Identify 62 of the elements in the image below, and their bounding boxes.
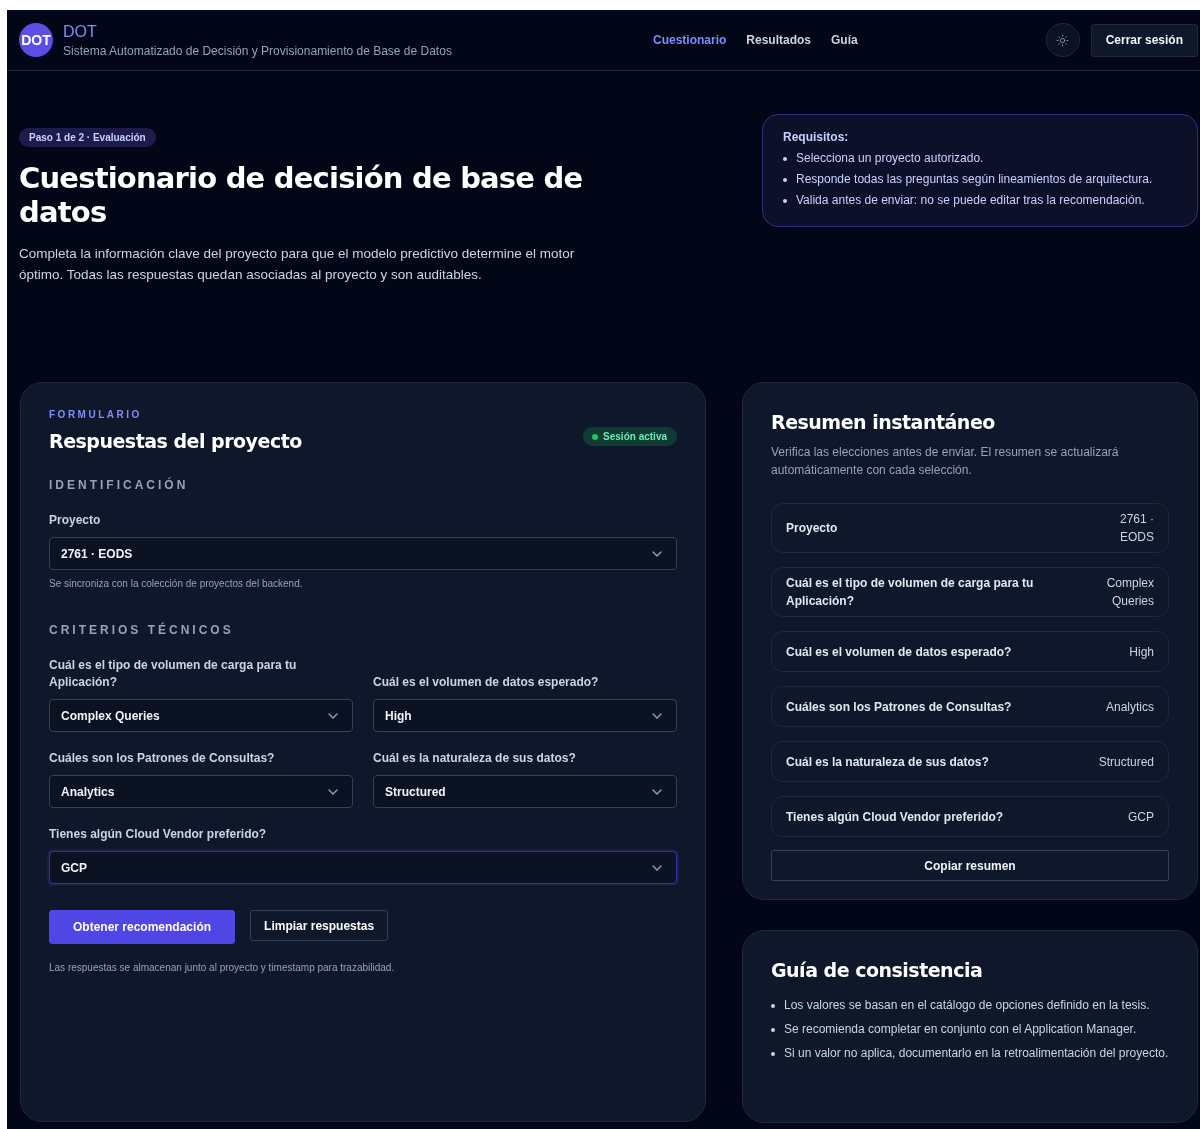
app-subtitle: Sistema Automatizado de Decisión y Provisionamiento de Base de Datos [63, 43, 453, 58]
summary-label: Cuáles son los Patrones de Consultas? [786, 698, 1012, 716]
summary-value: Analytics [1105, 698, 1154, 716]
logout-button[interactable]: Cerrar sesión [1090, 23, 1198, 57]
copy-button[interactable]: Copiar resumen [771, 850, 1169, 881]
page-description: Completa la información clave del proyecto para que el modelo predictivo determine el motor óptimo. Todas las respuestas quedan asociadas al proyecto y son auditables. [19, 245, 576, 284]
select-field[interactable]: Analytics [49, 775, 353, 808]
summary-value: High [1129, 643, 1154, 661]
field-label: Proyecto [49, 512, 102, 529]
summary-value: Complex Queries [1105, 575, 1154, 610]
requirement-text: Selecciona un proyecto autorizado. [796, 152, 984, 165]
guide-text: Si un valor no aplica, documentarlo en la retroalimentación del proyecto. [784, 1045, 1169, 1062]
guide-title: Guía de consistencia [771, 959, 984, 981]
recommend-button[interactable]: Obtener recomendación [49, 910, 236, 944]
section-heading: IDENTIFICACIÓN [49, 478, 190, 492]
select-field[interactable]: Structured [373, 775, 677, 808]
bullet-icon [771, 1004, 775, 1008]
field-label: Cuál es el tipo de volumen de carga para tu Aplicación? [49, 657, 298, 691]
requirement-text: Responde todas las preguntas según lineamientos de arquitectura. [796, 173, 1153, 186]
section-heading: CRITERIOS TÉCNICOS [49, 623, 235, 637]
guide-text: Los valores se basan en el catálogo de opciones definido en la tesis. [784, 997, 1150, 1014]
summary-title: Resumen instantáneo [771, 411, 996, 433]
nav-link[interactable]: Guía [831, 33, 858, 47]
select-field[interactable]: Complex Queries [49, 699, 353, 732]
summary-label: Tienes algún Cloud Vendor preferido? [786, 808, 1004, 826]
requirement-text: Valida antes de enviar: no se puede editar tras la recomendación. [796, 194, 1145, 207]
step-badge: Paso 1 de 2 · Evaluación [19, 128, 156, 147]
app-title: DOT [63, 22, 98, 41]
bullet-icon [771, 1028, 775, 1032]
summary-label: Cuál es el tipo de volumen de carga para tu Aplicación? [786, 575, 1035, 610]
form-title: Respuestas del proyecto [49, 430, 302, 452]
nav-link[interactable]: Cuestionario [653, 33, 727, 47]
summary-value: 2761 · EODS [1118, 511, 1154, 546]
requirements-title: Requisitos: [783, 130, 850, 144]
summary-label: Cuál es el volumen de datos esperado? [786, 643, 1012, 661]
summary-value: GCP [1128, 808, 1154, 826]
theme-toggle-button[interactable] [1045, 23, 1080, 57]
form-footnote: Las respuestas se almacenan junto al proyecto y timestamp para trazabilidad. [49, 962, 396, 973]
clear-button[interactable]: Limpiar respuestas [250, 910, 389, 941]
summary-label: Proyecto [786, 520, 838, 537]
logo: DOT [19, 23, 53, 57]
nav-link[interactable]: Resultados [746, 33, 812, 47]
field-label: Tienes algún Cloud Vendor preferido? [49, 826, 268, 843]
bullet-icon [771, 1052, 775, 1056]
sun-icon [1056, 33, 1070, 47]
form-eyebrow: FORMULARIO [49, 409, 143, 420]
select-field[interactable]: GCP [49, 851, 677, 884]
bullet-icon [783, 178, 787, 182]
guide-text: Se recomienda completar en conjunto con el Application Manager. [784, 1021, 1137, 1038]
select-field[interactable]: 2761 · EODS [49, 537, 677, 570]
bullet-icon [783, 199, 787, 203]
select-field[interactable]: High [373, 699, 677, 732]
field-label: Cuáles son los Patrones de Consultas? [49, 750, 276, 767]
field-hint: Se sincroniza con la colección de proyectos del backend. [49, 578, 304, 589]
bullet-icon [783, 157, 787, 161]
field-label: Cuál es la naturaleza de sus datos? [373, 750, 577, 767]
page-title: Cuestionario de decisión de base de datos [19, 161, 584, 229]
summary-label: Cuál es la naturaleza de sus datos? [786, 753, 989, 771]
summary-description: Verifica las elecciones antes de enviar. El resumen se actualizará automáticamente con cada selección. [771, 444, 1120, 479]
field-label: Cuál es el volumen de datos esperado? [373, 674, 600, 691]
status-label: Sesión activa [603, 431, 667, 442]
summary-value: Structured [1098, 753, 1154, 771]
